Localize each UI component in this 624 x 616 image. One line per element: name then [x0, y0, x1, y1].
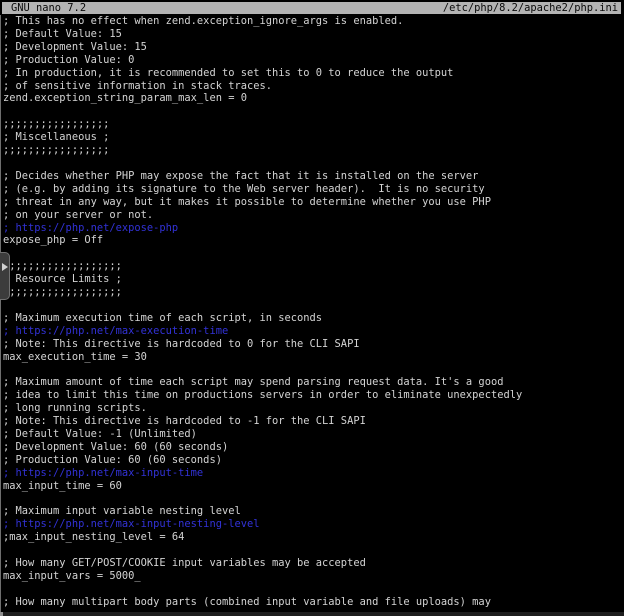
editor-line [3, 493, 624, 506]
editor-line: ;;;;;;;;;;;;;;;;; [3, 118, 624, 131]
editor-line: ; Resource Limits ; [3, 273, 624, 286]
editor-line: ; Note: This directive is hardcoded to 0… [3, 338, 624, 351]
editor-line: ; Production Value: 60 (60 seconds) [3, 454, 624, 467]
file-path: /etc/php/8.2/apache2/php.ini [443, 2, 618, 14]
editor-line: ;;;;;;;;;;;;;;;;; [3, 144, 624, 157]
editor-line: ;max_input_nesting_level = 64 [3, 531, 624, 544]
editor-line [3, 157, 624, 170]
editor-line: ; Default Value: 15 [3, 28, 624, 41]
editor-line: expose_php = Off [3, 234, 624, 247]
terminal-window: GNU nano 7.2 /etc/php/8.2/apache2/php.in… [0, 0, 624, 616]
app-title: GNU nano 7.2 [11, 2, 86, 14]
bottom-edge [0, 612, 624, 616]
editor-line: ;;;;;;;;;;;;;;;;;;; [3, 260, 624, 273]
editor-line: ; Maximum input variable nesting level [3, 505, 624, 518]
editor-line [3, 105, 624, 118]
editor-line: ; Decides whether PHP may expose the fac… [3, 170, 624, 183]
editor-line: ; Development Value: 60 (60 seconds) [3, 441, 624, 454]
editor-line: ; Note: This directive is hardcoded to -… [3, 415, 624, 428]
editor-link-line[interactable]: ; https://php.net/max-execution-time [3, 325, 624, 338]
editor-area[interactable]: ; This has no effect when zend.exception… [0, 15, 624, 616]
editor-line [3, 247, 624, 260]
editor-line: ; Default Value: -1 (Unlimited) [3, 428, 624, 441]
editor-line [3, 363, 624, 376]
editor-line: ; In production, it is recommended to se… [3, 67, 624, 80]
editor-line: ; This has no effect when zend.exception… [3, 15, 624, 28]
editor-line: ; on your server or not. [3, 209, 624, 222]
sidebar-reveal-handle[interactable] [0, 252, 10, 300]
editor-line: ; How many GET/POST/COOKIE input variabl… [3, 557, 624, 570]
editor-line: ; of sensitive information in stack trac… [3, 80, 624, 93]
editor-line: max_input_time = 60 [3, 480, 624, 493]
editor-link-line[interactable]: ; https://php.net/expose-php [3, 222, 624, 235]
editor-line: max_input_vars = 5000_ [3, 570, 624, 583]
editor-line: ; long running scripts. [3, 402, 624, 415]
editor-link-line[interactable]: ; https://php.net/max-input-time [3, 467, 624, 480]
text-cursor: _ [134, 570, 140, 582]
editor-line: ; Miscellaneous ; [3, 131, 624, 144]
editor-line: ; threat in any way, but it makes it pos… [3, 196, 624, 209]
nano-titlebar: GNU nano 7.2 /etc/php/8.2/apache2/php.in… [2, 2, 621, 14]
editor-line: ; Maximum amount of time each script may… [3, 376, 624, 389]
editor-line: ; Development Value: 15 [3, 41, 624, 54]
editor-line [3, 299, 624, 312]
editor-line: ; (e.g. by adding its signature to the W… [3, 183, 624, 196]
right-arrow-icon [2, 263, 8, 271]
editor-line: ; How many multipart body parts (combine… [3, 596, 624, 609]
editor-line: zend.exception_string_param_max_len = 0 [3, 92, 624, 105]
editor-line: ;;;;;;;;;;;;;;;;;;; [3, 286, 624, 299]
editor-line [3, 583, 624, 596]
editor-line: ; idea to limit this time on productions… [3, 389, 624, 402]
editor-link-line[interactable]: ; https://php.net/max-input-nesting-leve… [3, 518, 624, 531]
editor-line: ; Production Value: 0 [3, 54, 624, 67]
editor-line: max_execution_time = 30 [3, 351, 624, 364]
editor-line: ; Maximum execution time of each script,… [3, 312, 624, 325]
editor-line [3, 544, 624, 557]
